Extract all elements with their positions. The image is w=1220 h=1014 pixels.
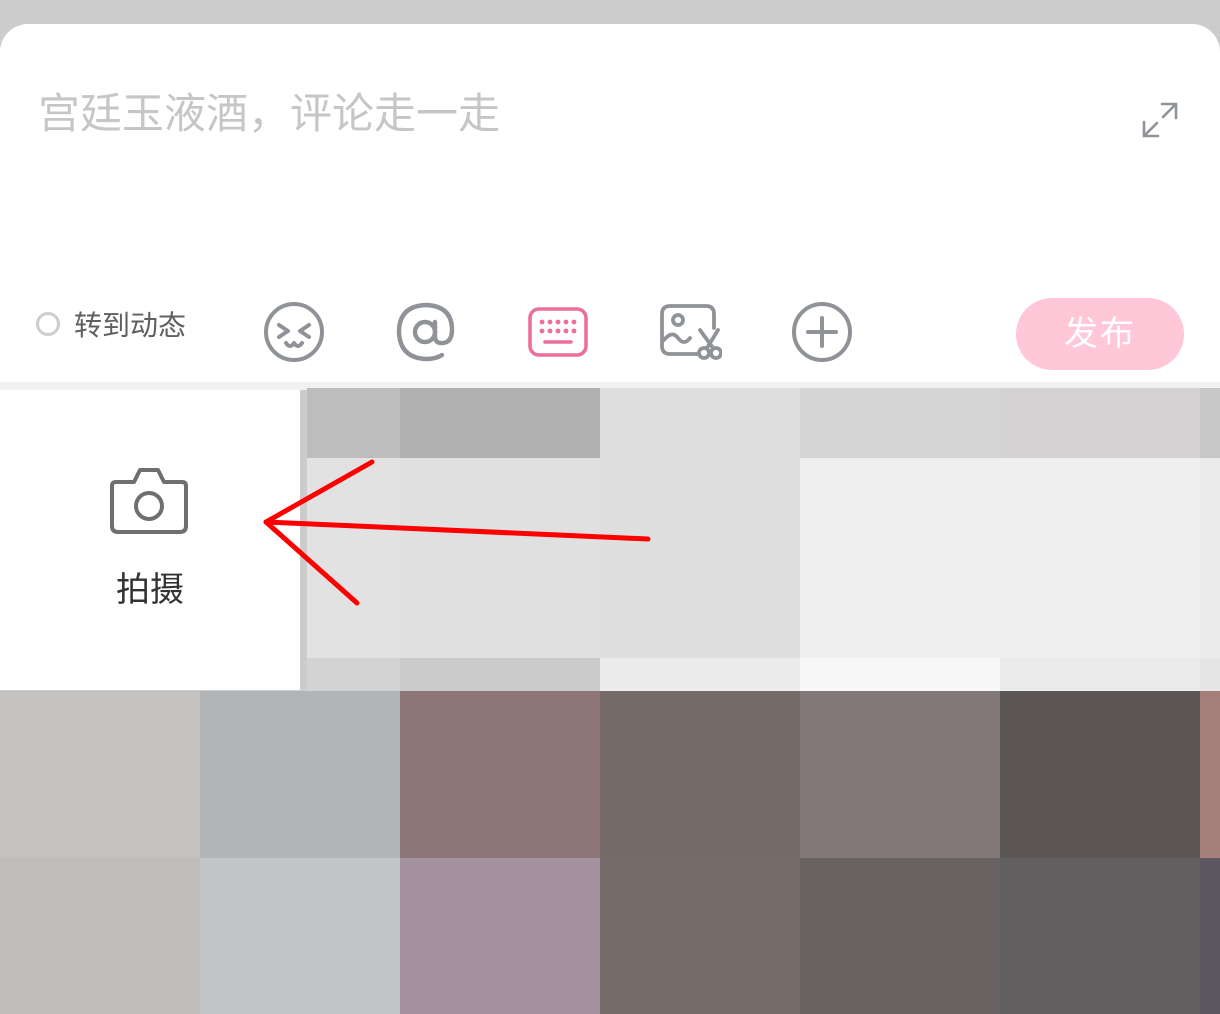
- photo-tile[interactable]: [1000, 858, 1200, 1014]
- photo-tile[interactable]: [400, 858, 600, 1014]
- photo-tile[interactable]: [0, 858, 200, 1014]
- repost-label: 转到动态: [74, 309, 187, 342]
- photo-tile[interactable]: [400, 658, 600, 691]
- publish-button[interactable]: 发布: [1016, 298, 1184, 370]
- photo-tile[interactable]: [400, 388, 600, 458]
- photo-tile[interactable]: [400, 691, 600, 858]
- photo-tile[interactable]: [1200, 658, 1220, 691]
- photo-tile[interactable]: [800, 658, 1000, 691]
- photo-tile[interactable]: [600, 691, 800, 858]
- photo-tile[interactable]: [1000, 388, 1200, 458]
- photo-tile[interactable]: [600, 658, 800, 691]
- comment-composer: 转到动态: [0, 24, 1220, 382]
- photo-tile[interactable]: [800, 458, 1000, 658]
- photo-tile[interactable]: [1000, 458, 1200, 658]
- composer-toolbar: 转到动态 发布: [0, 274, 1220, 374]
- photo-tile[interactable]: [1200, 458, 1220, 658]
- photo-tile[interactable]: [800, 858, 1000, 1014]
- photo-tile[interactable]: [200, 858, 400, 1014]
- camera-label: 拍摄: [116, 570, 184, 610]
- photo-tile[interactable]: [1200, 691, 1220, 858]
- photo-tile[interactable]: [400, 458, 600, 658]
- photo-tile[interactable]: [0, 691, 200, 858]
- photo-tile[interactable]: [307, 458, 401, 658]
- image-edit-icon[interactable]: [658, 300, 722, 364]
- photo-tile[interactable]: [307, 658, 401, 691]
- photo-tile[interactable]: [600, 458, 800, 658]
- camera-icon: [108, 464, 190, 536]
- repost-toggle[interactable]: 转到动态: [36, 306, 186, 342]
- photo-tile[interactable]: [1200, 858, 1220, 1014]
- plus-circle-icon[interactable]: [790, 300, 854, 364]
- mention-icon[interactable]: [394, 300, 458, 364]
- photo-tile[interactable]: [600, 858, 800, 1014]
- comment-input[interactable]: [38, 88, 1098, 238]
- photo-tile[interactable]: [800, 388, 1000, 458]
- photo-tile[interactable]: [1000, 658, 1200, 691]
- photo-tile[interactable]: [800, 691, 1000, 858]
- photo-tile[interactable]: [200, 691, 400, 858]
- repost-radio[interactable]: [36, 312, 60, 336]
- photo-tile[interactable]: [1000, 691, 1200, 858]
- camera-tile[interactable]: 拍摄: [0, 390, 300, 690]
- emoji-icon[interactable]: [262, 300, 326, 364]
- photo-tile[interactable]: [1200, 388, 1220, 458]
- expand-icon[interactable]: [1140, 100, 1180, 140]
- photo-tile[interactable]: [600, 388, 800, 458]
- photo-tile[interactable]: [307, 388, 401, 458]
- keyboard-icon[interactable]: [526, 300, 590, 364]
